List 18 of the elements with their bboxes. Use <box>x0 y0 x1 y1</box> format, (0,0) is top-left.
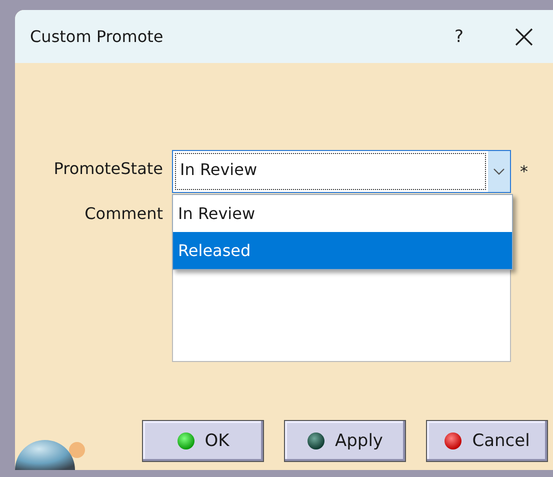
field-label: PromoteState <box>52 158 163 178</box>
close-icon <box>515 28 533 46</box>
cancel-button[interactable]: Cancel <box>426 420 548 462</box>
apply-button[interactable]: Apply <box>284 420 406 462</box>
dropdown-option[interactable]: Released <box>173 232 512 269</box>
ball-icon <box>444 432 462 450</box>
planet-drawing <box>15 438 87 470</box>
field-label: Comment <box>84 203 163 223</box>
window-title: Custom Promote <box>30 27 164 46</box>
dropdown-value: In Review <box>175 153 486 190</box>
dropdown-option[interactable]: In Review <box>173 195 512 232</box>
ball-icon <box>176 432 195 450</box>
required-mark: * <box>520 161 529 181</box>
help-button[interactable]: ? <box>439 26 479 46</box>
chevron-icon <box>493 168 505 176</box>
ok-button[interactable]: OK <box>142 420 264 462</box>
promote-state-dropdown[interactable]: In Review <box>172 150 511 193</box>
ball-icon <box>307 432 325 450</box>
